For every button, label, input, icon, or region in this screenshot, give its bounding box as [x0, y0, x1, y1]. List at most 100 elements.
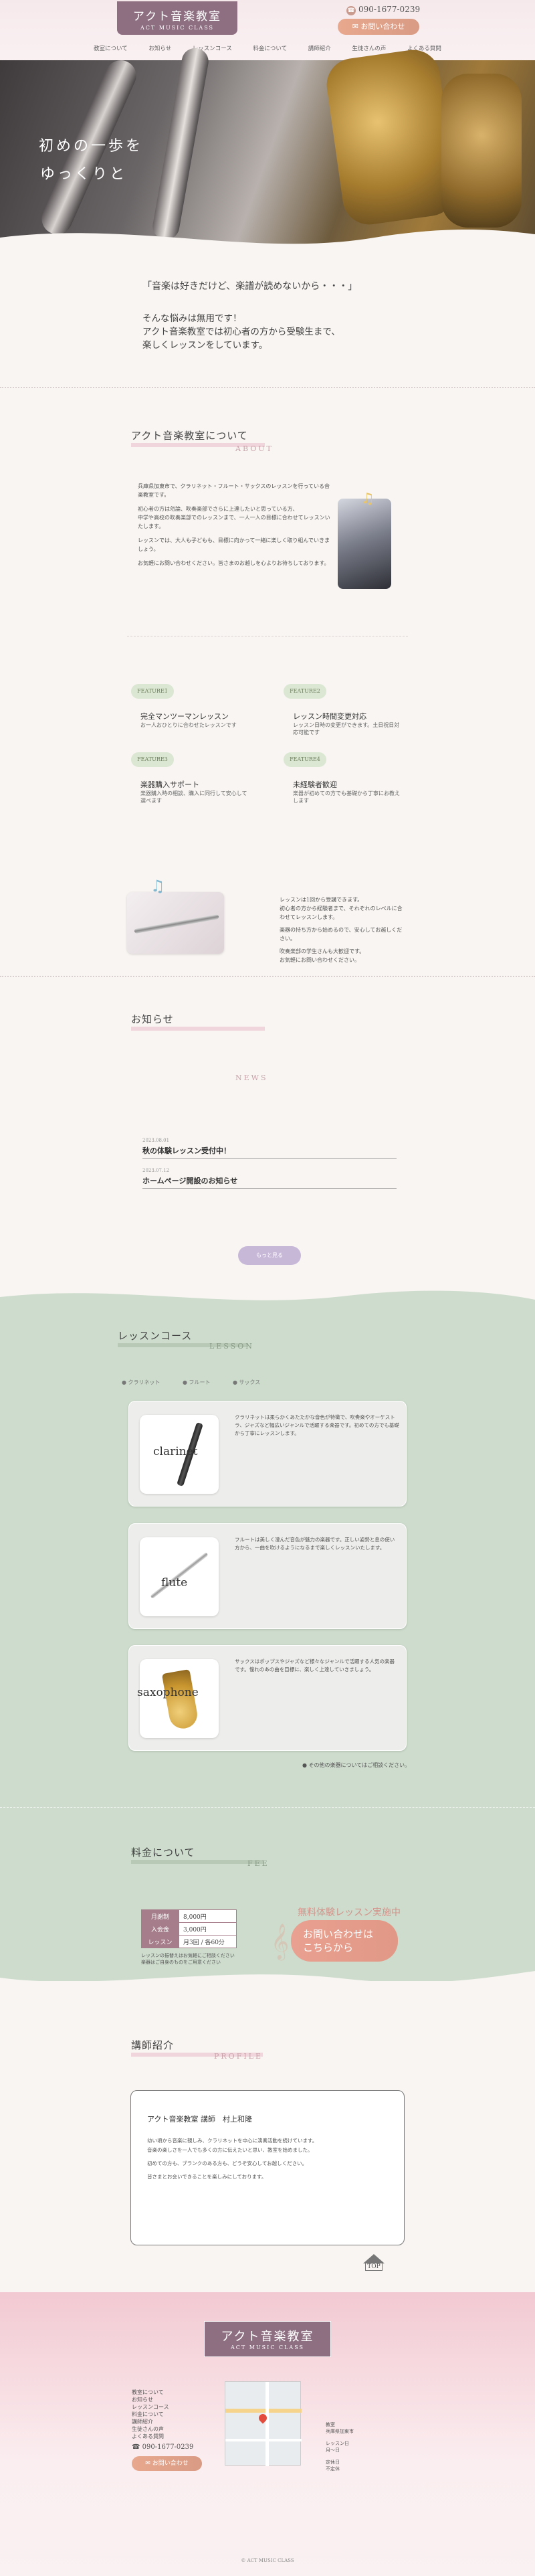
footer-nav-item[interactable]: 教室について — [132, 2389, 169, 2396]
fee-row-value: 8,000円 — [179, 1909, 237, 1923]
course-label: flute — [161, 1576, 188, 1590]
trial-btn-line-1: お問い合わせは — [303, 1928, 374, 1940]
profile-subtitle: PROFILE — [214, 2052, 263, 2061]
footer-nav-item[interactable]: お知らせ — [132, 2396, 169, 2403]
footer-tel[interactable]: ☎ 090-1677-0239 — [132, 2443, 193, 2451]
promo-paragraph: 楽器の持ち方から始めるので、安心してお越しください。 — [280, 927, 403, 942]
footer-info-line: 不定休 — [326, 2466, 340, 2472]
course-label: clarinet — [153, 1445, 198, 1458]
fee-row: 入会金 3,000円 — [141, 1922, 237, 1936]
feature-heading-1: 完全マンツーマンレッスン — [140, 712, 229, 721]
footer-nav-item[interactable]: よくある質問 — [132, 2433, 169, 2440]
sax-shape — [161, 1669, 200, 1731]
footer-nav-item[interactable]: 料金について — [132, 2411, 169, 2418]
fee-title-text: 料金について — [131, 1847, 195, 1859]
footer-nav-item[interactable]: 講師紹介 — [132, 2418, 169, 2425]
lesson-tab-flute[interactable]: ● フルート — [183, 1379, 211, 1386]
nav-item-news[interactable]: お知らせ — [148, 44, 171, 52]
footer-nav-item[interactable]: 生徒さんの声 — [132, 2425, 169, 2433]
divider — [0, 1807, 535, 1808]
fee-subtitle: FEE — [247, 1859, 270, 1868]
flute-shape — [150, 1552, 209, 1599]
feature-heading-3: 楽器購入サポート — [140, 780, 199, 789]
feature-badge-1: FEATURE1 — [131, 684, 174, 699]
contact-label: お問い合わせ — [360, 22, 405, 31]
nav-item-about[interactable]: 教室について — [94, 44, 128, 52]
access-map[interactable] — [225, 2381, 302, 2466]
footer-info-line: 月〜日 — [326, 2448, 340, 2453]
music-note-icon: ♫ — [361, 491, 374, 507]
top-label: TOP — [365, 2263, 383, 2271]
about-paragraph: お気軽にお問い合わせください。皆さまのお越しを心よりお待ちしております。 — [138, 560, 330, 566]
lesson-tab-label: フルート — [189, 1379, 211, 1385]
nav-item-fee[interactable]: 料金について — [253, 44, 287, 52]
map-road — [265, 2382, 269, 2466]
phone-icon: ☎ — [132, 2443, 142, 2451]
lesson-tab-sax[interactable]: ● サックス — [233, 1379, 260, 1386]
header-contact-button[interactable]: ✉ お問い合わせ — [338, 19, 419, 35]
nav-item-profile[interactable]: 講師紹介 — [308, 44, 331, 52]
feature-badge-3: FEATURE3 — [131, 752, 174, 767]
lesson-tab-clarinet[interactable]: ● クラリネット — [122, 1379, 160, 1386]
about-photo — [338, 499, 391, 589]
trial-contact-button[interactable]: お問い合わせは こちらから — [291, 1920, 398, 1962]
logo-title: アクト音楽教室 — [132, 10, 222, 23]
footer-info-line: レッスン日 — [326, 2441, 349, 2446]
about-paragraph: レッスンでは、大人も子どもも、目標に向かって一緒に楽しく取り組んでいきましょう。 — [138, 537, 330, 552]
divider — [0, 976, 535, 977]
feature-desc-2: レッスン日時の変更ができます。土日祝日対応可能です — [293, 722, 400, 736]
lesson-card-flute[interactable]: flute フルートは美しく澄んだ音色が魅力の楽器です。正しい姿勢と息の使い方か… — [128, 1523, 407, 1629]
fee-row-value: 月3回 / 各60分 — [179, 1935, 237, 1948]
profile-text: 幼い頃から音楽に親しみ、クラリネットを中心に演奏活動を続けています。 音楽の楽し… — [147, 2136, 391, 2182]
fee-note: レッスンの振替えはお気軽にご相談ください — [141, 1953, 235, 1958]
news-date: 2023.08.01 — [142, 1138, 170, 1143]
lesson-card-clarinet[interactable]: clarinet クラリネットは柔らかくあたたかな音色が特徴で、吹奏楽やオーケス… — [128, 1401, 407, 1507]
about-text: 兵庫県加東市で、クラリネット・フルート・サックスのレッスンを行っている音楽教室で… — [138, 482, 332, 568]
feature-desc-3: 楽器購入時の相談、購入に同行して安心して選べます — [140, 790, 247, 804]
fee-row-head: 入会金 — [141, 1922, 179, 1936]
lesson-title: レッスンコース — [118, 1328, 248, 1347]
copyright: © ACT MUSIC CLASS — [241, 2558, 294, 2563]
about-paragraph: 中学や高校の吹奏楽部でのレッスンまで、一人一人の目標に合わせてレッスンいたします… — [138, 515, 330, 529]
news-divider — [142, 1188, 397, 1189]
promo-paragraph: お気軽にお問い合わせください。 — [280, 957, 360, 963]
trial-lesson-block: 無料体験レッスン実施中 𝄞 お問い合わせは こちらから — [271, 1905, 401, 1967]
about-subtitle: ABOUT — [235, 444, 274, 453]
footer-info-line — [326, 2454, 354, 2459]
course-text: クラリネットは柔らかくあたたかな音色が特徴で、吹奏楽やオーケストラ、ジャズなど幅… — [235, 1414, 399, 1436]
nav-item-voice[interactable]: 生徒さんの声 — [352, 44, 386, 52]
hero-copy: 初めの一歩を ゆっくりと — [39, 133, 143, 189]
tel-number: 090-1677-0239 — [358, 5, 421, 14]
promo-text: レッスンは1回から受講できます。 初心者の方から経験者まで、それぞれのレベルに合… — [280, 895, 407, 964]
intro-line-1: そんな悩みは無用です！ — [142, 313, 242, 324]
site-logo[interactable]: アクト音楽教室 ACT MUSIC CLASS — [117, 1, 237, 35]
profile-card: アクト音楽教室 講師 村上和隆 幼い頃から音楽に親しみ、クラリネットを中心に演奏… — [130, 2090, 405, 2245]
feature-heading-4: 未経験者歓迎 — [293, 780, 337, 789]
course-text: サックスはポップスやジャズなど様々なジャンルで活躍する人気の楽器です。憧れのあの… — [235, 1658, 395, 1672]
lesson-card-sax[interactable]: saxophone サックスはポップスやジャズなど様々なジャンルで活躍する人気の… — [128, 1645, 407, 1751]
teacher-name: アクト音楽教室 講師 村上和隆 — [147, 2115, 252, 2124]
fee-row: 月謝制 8,000円 — [141, 1909, 237, 1923]
feature-badge-4: FEATURE4 — [284, 752, 326, 767]
back-to-top-button[interactable]: TOP — [362, 2254, 386, 2280]
lesson-wave-bottom — [0, 1971, 535, 1991]
divider — [0, 387, 535, 388]
footer-logo[interactable]: アクト音楽教室 ACT MUSIC CLASS — [204, 2321, 331, 2357]
promo-paragraph: 初心者の方から経験者まで、それぞれのレベルに合わせてレッスンします。 — [280, 906, 403, 920]
header-tel[interactable]: ☎ 090-1677-0239 — [346, 5, 420, 15]
fee-notes: レッスンの振替えはお気軽にご相談ください 楽器はご自身のものをご用意ください — [141, 1952, 235, 1966]
news-item-title[interactable]: 秋の体験レッスン受付中！ — [142, 1145, 231, 1156]
feature-heading-2: レッスン時間変更対応 — [293, 712, 366, 721]
phone-icon: ☎ — [346, 6, 356, 15]
news-item-title[interactable]: ホームページ開設のお知らせ — [142, 1175, 237, 1186]
fee-table: 月謝制 8,000円 入会金 3,000円 レッスン 月3回 / 各60分 — [141, 1909, 237, 1948]
footer-contact-button[interactable]: ✉ お問い合わせ — [132, 2456, 202, 2471]
footer-nav-item[interactable]: レッスンコース — [132, 2403, 169, 2411]
news-title: お知らせ — [131, 1012, 265, 1031]
news-title-text: お知らせ — [131, 1013, 174, 1025]
lesson-title-text: レッスンコース — [118, 1330, 193, 1342]
instrument-shape — [323, 46, 459, 228]
instrument-shape — [150, 46, 211, 242]
fee-row-head: レッスン — [141, 1935, 179, 1948]
news-more-button[interactable]: もっと見る — [238, 1246, 301, 1265]
